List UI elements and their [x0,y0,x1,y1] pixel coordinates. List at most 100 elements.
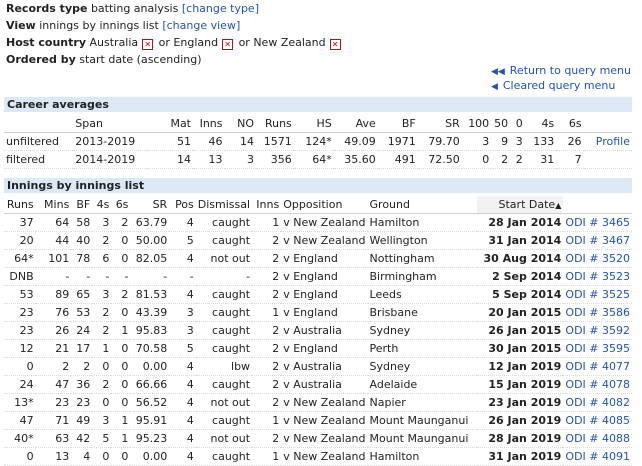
ordered-by-line: Ordered by start date (ascending) [6,51,343,68]
innings-cell: 4 [169,429,196,448]
col-50: 50 [491,115,511,133]
col-dismissal[interactable]: Dismissal [195,196,253,214]
remove-new-zealand-icon[interactable]: ✕ [329,39,341,50]
innings-cell: Sydney [367,321,478,340]
career-cell: 31 [524,150,557,169]
col-link [583,115,632,133]
innings-cell: 31 Jan 2014 [477,231,564,250]
innings-cell: ODI # 3592 [563,321,632,340]
innings-cell: not out [195,393,253,412]
innings-cell: 95.91 [130,411,170,430]
profile-link[interactable]: Profile [596,135,630,148]
career-cell: unfiltered [4,132,74,151]
innings-cell: 0 [111,249,131,268]
career-cell: 2013-2019 [73,132,147,151]
innings-cell: v New Zealand [281,231,368,250]
query-menu-links: ◀◀ Return to query menu ◀ Cleared query me… [491,64,631,94]
innings-cell: - [130,267,170,286]
innings-cell: 70.58 [130,339,170,358]
odi-scorecard-link[interactable]: ODI # 3467 [565,234,630,247]
innings-cell: 0 [111,339,131,358]
remove-australia-icon[interactable]: ✕ [142,39,154,50]
innings-cell: v New Zealand [281,393,368,412]
innings-cell: Napier [367,393,478,412]
odi-scorecard-link[interactable]: ODI # 4082 [565,396,630,409]
odi-scorecard-link[interactable]: ODI # 3520 [565,252,630,265]
innings-row: 64* 101 78 6 0 82.05 4 not out 2 v England Notting… [4,249,632,268]
career-cell: 14 [146,150,193,169]
records-type-value: batting analysis [90,2,179,15]
change-type-link[interactable]: [change type] [182,2,259,15]
innings-cell: 0.00 [130,357,170,376]
odi-scorecard-link[interactable]: ODI # 4077 [565,360,630,373]
innings-cell: 36 [71,375,93,394]
innings-cell: 42 [71,429,93,448]
innings-cell: 2 [111,285,131,304]
col-bf[interactable]: BF [71,196,93,214]
col-6s[interactable]: 6s [111,196,131,214]
odi-scorecard-link[interactable]: ODI # 3523 [565,270,630,283]
col-pos[interactable]: Pos [169,196,196,214]
odi-scorecard-link[interactable]: ODI # 4085 [565,414,630,427]
career-cell: 1571 [256,132,294,151]
change-view-link[interactable]: [change view] [162,19,240,32]
innings-row: 24 47 36 2 0 66.66 4 caught 2 v Australia Adelaide… [4,375,632,394]
odi-scorecard-link[interactable]: ODI # 4088 [565,432,630,445]
host-country-line: Host country Australia ✕ or England ✕ or N… [6,34,343,51]
innings-cell: Birmingham [367,267,478,286]
innings-cell: 5 Sep 2014 [477,285,564,304]
innings-cell: 0 [111,357,131,376]
odi-scorecard-link[interactable]: ODI # 3525 [565,288,630,301]
remove-england-icon[interactable]: ✕ [222,39,234,50]
innings-cell: ODI # 4078 [563,375,632,394]
innings-cell: 4 [169,357,196,376]
col-4s[interactable]: 4s [92,196,112,214]
return-to-query-menu-link[interactable]: Return to query menu [510,64,631,77]
host-country-england: or England [158,36,219,49]
innings-cell: 28 Jan 2019 [477,429,564,448]
innings-cell: - [111,267,131,286]
view-label: View [6,19,36,32]
innings-cell: 64 [35,213,72,232]
career-cell: 356 [256,150,294,169]
innings-cell: 20 Jan 2015 [477,303,564,322]
innings-cell: 64* [4,249,36,268]
odi-scorecard-link[interactable]: ODI # 4091 [565,450,630,463]
career-cell: 79.70 [417,132,462,151]
odi-scorecard-link[interactable]: ODI # 4078 [565,378,630,391]
innings-cell: 2 [252,429,282,448]
innings-cell: 2 [92,375,112,394]
innings-cell: ODI # 3586 [563,303,632,322]
col-inns[interactable]: Inns [252,196,282,214]
col-opposition[interactable]: Opposition [281,196,368,214]
innings-cell: ODI # 3525 [563,285,632,304]
innings-cell: 101 [35,249,72,268]
odi-scorecard-link[interactable]: ODI # 3595 [565,342,630,355]
innings-cell: caught [195,303,253,322]
col-ground[interactable]: Ground [367,196,478,214]
career-cell: Profile [583,132,632,151]
col-start-date[interactable]: Start Date▲ [477,196,564,214]
odi-scorecard-link[interactable]: ODI # 3586 [565,306,630,319]
innings-cell: caught [195,231,253,250]
innings-cell: 71 [35,411,72,430]
col-mins[interactable]: Mins [35,196,72,214]
innings-row: DNB - - - - - - -2 v England Birmingham 2 Sep 2014… [4,267,632,286]
career-cell: 49.09 [333,132,378,151]
cleared-query-menu-link[interactable]: Cleared query menu [503,79,615,92]
innings-cell: - [71,267,93,286]
odi-scorecard-link[interactable]: ODI # 3592 [565,324,630,337]
career-row: unfiltered 2013-2019 51 46 14 1571 124* 49.09 19… [4,132,632,151]
career-cell: 9 [491,132,511,151]
innings-cell: 20 [4,231,36,250]
innings-cell: - [92,267,112,286]
odi-scorecard-link[interactable]: ODI # 3465 [565,216,630,229]
innings-cell: 26 [35,321,72,340]
innings-table: Runs Mins BF 4s 6s SR Pos Dismissal Inns… [4,196,632,466]
innings-cell: 65 [71,285,93,304]
innings-cell: 30 Jan 2015 [477,339,564,358]
sort-ascending-icon: ▲ [555,201,562,210]
innings-cell: 66.66 [130,375,170,394]
col-sr[interactable]: SR [130,196,170,214]
col-runs[interactable]: Runs [4,196,36,214]
